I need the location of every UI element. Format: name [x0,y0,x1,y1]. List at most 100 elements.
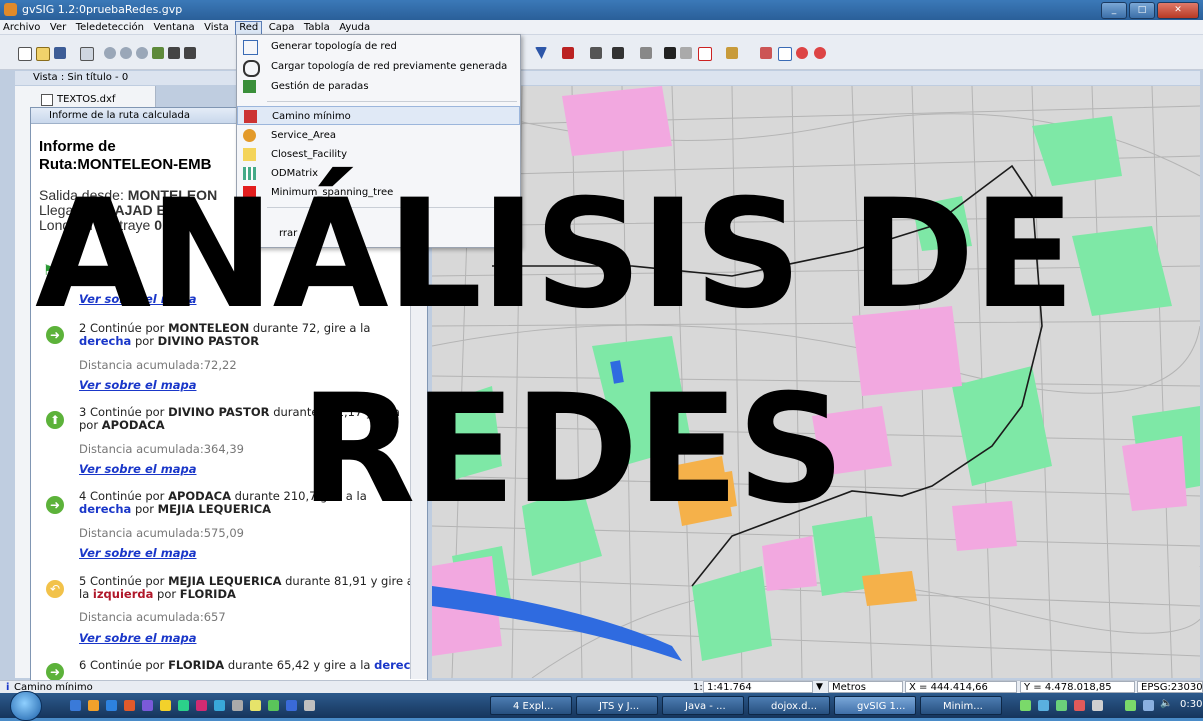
step-num: 4 [79,489,87,503]
grid-icon[interactable] [590,47,602,59]
taskbar-button-jts[interactable]: JTS y J... [576,696,658,715]
ver-mapa-link-3[interactable]: Ver sobre el mapa [79,462,196,476]
monitor-tray-icon[interactable] [1143,700,1154,711]
pan-icon[interactable] [168,47,180,59]
zoom-layer-icon[interactable] [152,47,164,59]
network-stop-icon[interactable] [778,47,792,61]
menu-capa[interactable]: Capa [266,21,298,35]
menu-item-gestion-paradas[interactable]: Gestión de paradas [237,77,520,96]
menu-red[interactable]: Red [235,21,263,35]
quicklaunch-icon[interactable] [178,700,189,711]
table-icon[interactable] [562,47,574,59]
menu-ver[interactable]: Ver [47,21,69,35]
tools-icon[interactable] [612,47,624,59]
ver-mapa-link-2[interactable]: Ver sobre el mapa [79,378,196,392]
tray-icon[interactable] [1056,700,1067,711]
task-label: 4 Expl... [513,701,554,712]
step-distance: Distancia acumulada:72,22 [79,358,237,372]
window-titlebar: gvSIG 1.2:0pruebaRedes.gvp _ □ ✕ [0,0,1203,20]
step-next-street: MEJIA LEQUERICA [157,502,272,516]
quicklaunch-icon[interactable] [88,700,99,711]
tray-icon[interactable] [1020,700,1031,711]
quicklaunch-icon[interactable] [250,700,261,711]
ver-mapa-link-4[interactable]: Ver sobre el mapa [79,546,196,560]
statusbar: i Camino mínimo 1: 1:41.764 ▼ Metros X =… [0,680,1203,694]
taskbar-button-dojox[interactable]: dojox.d... [748,696,830,715]
reload-icon [243,60,260,77]
open-folder-icon[interactable] [36,47,50,61]
menu-item-closest-facility[interactable]: Closest_Facility [237,145,520,164]
layout-icon[interactable] [640,47,652,59]
tray-icon[interactable] [1092,700,1103,711]
go-straight-icon: ⬆ [46,411,64,429]
full-extent-icon[interactable] [184,47,196,59]
quicklaunch-icon[interactable] [268,700,279,711]
menu-vista[interactable]: Vista [201,21,232,35]
menu-item-generar-topologia[interactable]: Generar topología de red [237,37,520,56]
zoom-in-icon[interactable] [104,47,116,59]
menu-item-camino-minimo[interactable]: Camino mínimo [237,106,520,125]
y-coordinate: Y = 4.478.018,85 [1020,681,1135,693]
scale-input[interactable]: 1:41.764 [703,681,813,693]
clock[interactable]: 0:30 [1180,699,1202,710]
menu-separator [267,101,517,102]
quicklaunch-icon[interactable] [214,700,225,711]
binoculars-icon[interactable] [664,47,676,59]
toc-layer-name[interactable]: TEXTOS.dxf [57,94,115,105]
zoom-select-icon[interactable] [136,47,148,59]
window-title: gvSIG 1.2:0pruebaRedes.gvp [22,3,183,16]
quicklaunch-icon[interactable] [160,700,171,711]
menu-teledeteccion[interactable]: Teledetección [73,21,147,35]
tray-icon[interactable] [1074,700,1085,711]
quicklaunch-icon[interactable] [124,700,135,711]
rectangle-icon[interactable] [698,47,712,61]
network-flag-icon[interactable] [796,47,808,59]
minimize-button[interactable]: _ [1101,2,1127,19]
turn-left-icon: ↶ [46,580,64,598]
network-barrier-icon[interactable] [814,47,826,59]
shortest-path-icon [244,110,257,123]
volume-icon[interactable]: 🔈 [1160,698,1172,709]
menu-item-cargar-topologia[interactable]: Cargar topología de red previamente gene… [237,57,520,77]
taskbar-button-explorer[interactable]: 4 Expl... [490,696,572,715]
filter-icon[interactable] [535,47,547,59]
taskbar-button-gvsig[interactable]: gvSIG 1... [834,696,916,715]
zoom-out-icon[interactable] [120,47,132,59]
taskbar-button-java[interactable]: Java - ... [662,696,744,715]
menu-item-label: Camino mínimo [272,111,351,122]
task-label: JTS y J... [599,701,640,712]
edit-icon[interactable] [726,47,738,59]
step-rest: la [79,587,90,601]
close-button[interactable]: ✕ [1157,2,1199,19]
menu-archivo[interactable]: Archivo [0,21,43,35]
network-icon[interactable] [760,47,772,59]
quicklaunch-icon[interactable] [196,700,207,711]
tray-icon[interactable] [1038,700,1049,711]
y-value: Y = 4.478.018,85 [1024,682,1112,693]
menu-ventana[interactable]: Ventana [151,21,198,35]
quicklaunch-icon[interactable] [142,700,153,711]
taskbar-button-minim[interactable]: Minim... [920,696,1002,715]
maximize-button[interactable]: □ [1129,2,1155,19]
layer-icon[interactable] [80,47,94,61]
quicklaunch-icon[interactable] [106,700,117,711]
step-next-street: FLORIDA [179,587,236,601]
ver-mapa-link-5[interactable]: Ver sobre el mapa [79,631,196,645]
save-icon[interactable] [54,47,66,59]
step-num: 6 [79,658,87,672]
quicklaunch-icon[interactable] [232,700,243,711]
network-tray-icon[interactable] [1125,700,1136,711]
start-button[interactable] [10,691,42,721]
new-file-icon[interactable] [18,47,32,61]
step-street: APODACA [168,489,231,503]
menu-ayuda[interactable]: Ayuda [336,21,373,35]
quicklaunch-icon[interactable] [304,700,315,711]
units-field[interactable]: Metros [828,681,903,693]
layer-checkbox[interactable] [41,94,53,106]
menubar: Archivo Ver Teledetección Ventana Vista … [0,20,1203,35]
menu-item-service-area[interactable]: Service_Area [237,126,520,145]
list-icon[interactable] [680,47,692,59]
quicklaunch-icon[interactable] [286,700,297,711]
menu-tabla[interactable]: Tabla [301,21,333,35]
quicklaunch-icon[interactable] [70,700,81,711]
